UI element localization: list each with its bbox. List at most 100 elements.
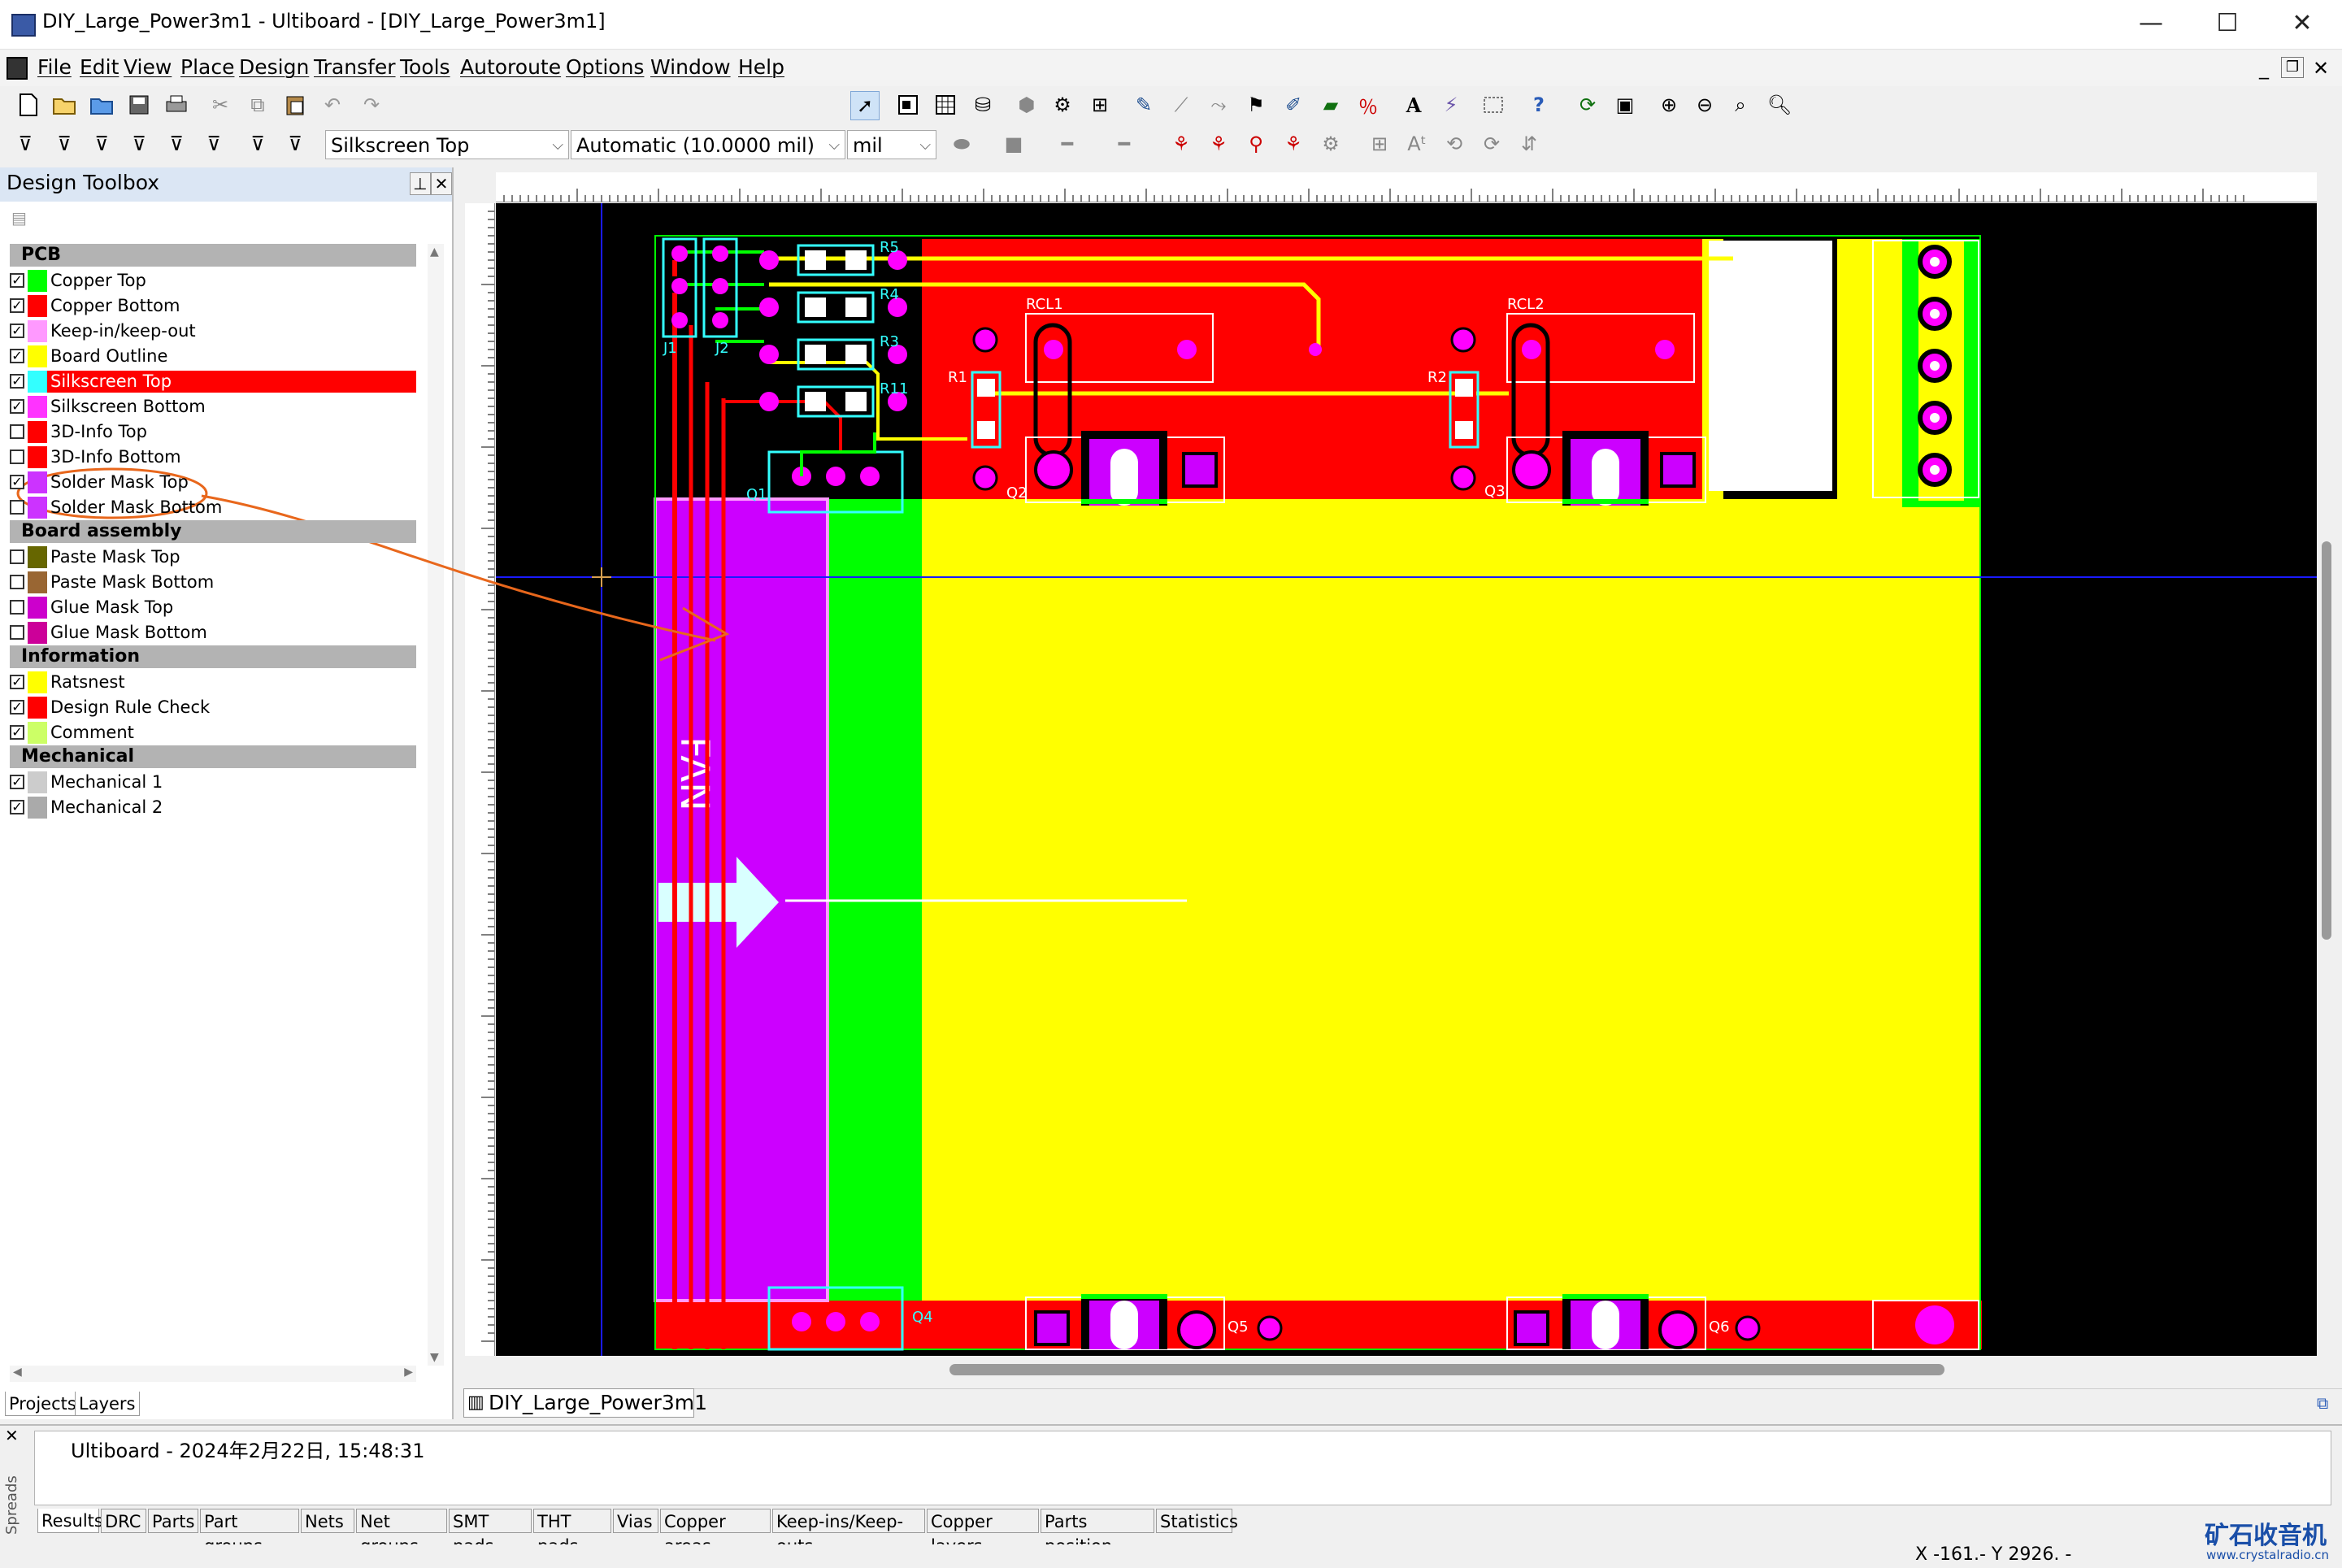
zoom-out-icon[interactable]: ⊖	[1691, 91, 1718, 119]
layer-row[interactable]: ✓ Design Rule Check	[10, 695, 416, 720]
layer-row[interactable]: ✓ Solder Mask Top	[10, 470, 416, 495]
undo-icon[interactable]: ↶	[319, 91, 346, 119]
layer-visibility-checkbox[interactable]: ✓	[10, 675, 24, 689]
layer-visibility-checkbox[interactable]: ✓	[10, 324, 24, 338]
copy-icon[interactable]: ⧉	[244, 91, 272, 119]
layer-select[interactable]: Silkscreen Top ⌵	[325, 130, 569, 159]
layer-visibility-checkbox[interactable]	[10, 450, 24, 464]
layer-color-swatch[interactable]	[28, 396, 47, 418]
layer-row[interactable]: ✓ Copper Bottom	[10, 293, 416, 319]
document-tab[interactable]: ▥ DIY_Large_Power3m1	[463, 1388, 707, 1418]
zoom-in-icon[interactable]: ⊕	[1655, 91, 1683, 119]
layer-row[interactable]: ✓ Keep-in/keep-out	[10, 319, 416, 344]
menu-view[interactable]: View	[124, 55, 172, 79]
component-wizard-icon[interactable]: ⚙	[1049, 91, 1076, 119]
output-tab[interactable]: Keep-ins/Keep-outs	[772, 1509, 925, 1556]
pin-icon[interactable]: ⊥	[410, 172, 431, 195]
rotate-icon[interactable]: ⟲	[1440, 130, 1468, 158]
layer-visibility-checkbox[interactable]	[10, 424, 24, 439]
layer-options-icon[interactable]: ▤	[11, 208, 31, 229]
spreadsheet-view-icon[interactable]	[932, 91, 959, 119]
pcb-canvas[interactable]: FAN R5 R4 R3 R11 J1 J2 RCL1 RCL2 R1 R2 Q…	[496, 203, 2317, 1356]
database-manager-icon[interactable]: ⛁	[969, 91, 997, 119]
open-project-icon[interactable]	[88, 91, 115, 119]
zoom-area-icon[interactable]: ⌕	[1727, 91, 1754, 119]
layer-color-swatch[interactable]	[28, 597, 47, 619]
layer-color-swatch[interactable]	[28, 497, 47, 519]
pcb-drawing[interactable]: FAN R5 R4 R3 R11 J1 J2 RCL1 RCL2 R1 R2 Q…	[496, 203, 2317, 1356]
filter-text-icon[interactable]: ⊽	[88, 130, 115, 158]
layer-color-swatch[interactable]	[28, 421, 47, 443]
layer-color-swatch[interactable]	[28, 446, 47, 468]
refresh-icon[interactable]: ⟳	[1574, 91, 1601, 119]
trace-icon[interactable]: ✎	[1130, 91, 1158, 119]
layer-visibility-checkbox[interactable]: ✓	[10, 475, 24, 489]
layer-visibility-checkbox[interactable]: ✓	[10, 700, 24, 715]
swap-icon[interactable]: ⚘	[1205, 130, 1232, 158]
layer-visibility-checkbox[interactable]	[10, 549, 24, 564]
layer-row[interactable]: ✓ Comment	[10, 720, 416, 745]
filter-select-icon[interactable]: ⊽	[11, 130, 39, 158]
text-icon[interactable]: A	[1400, 91, 1427, 119]
scroll-down-icon[interactable]: ▼	[430, 1351, 439, 1364]
layer-color-swatch[interactable]	[28, 722, 47, 744]
canvas-hscroll-thumb[interactable]	[949, 1364, 1944, 1375]
layer-color-swatch[interactable]	[28, 371, 47, 393]
maximize-button[interactable]: ☐	[2190, 0, 2265, 49]
mdi-close-button[interactable]: ✕	[2309, 57, 2333, 80]
minimize-button[interactable]: —	[2114, 0, 2188, 49]
canvas-vscrollbar[interactable]	[2317, 172, 2336, 1356]
layer-color-swatch[interactable]	[28, 797, 47, 819]
output-tab[interactable]: Parts	[148, 1509, 198, 1533]
filter-parts-icon[interactable]: ⊽	[50, 130, 78, 158]
ratsnest-icon[interactable]: ⚘	[1167, 130, 1195, 158]
align-icon[interactable]: ⊞	[1366, 130, 1393, 158]
layer-color-swatch[interactable]	[28, 546, 47, 568]
new-file-icon[interactable]	[15, 91, 42, 119]
filter-labels-icon[interactable]: ⊽	[244, 130, 272, 158]
print-icon[interactable]	[163, 91, 190, 119]
layer-row[interactable]: ✓ Silkscreen Top	[10, 369, 416, 394]
layer-row[interactable]: Paste Mask Bottom	[10, 570, 416, 595]
help-icon[interactable]: ?	[1525, 91, 1553, 119]
layer-visibility-checkbox[interactable]	[10, 575, 24, 589]
layer-list-hscrollbar[interactable]: ◀ ▶	[10, 1366, 416, 1382]
copper-area-icon[interactable]: ▰	[1317, 91, 1345, 119]
paste-icon[interactable]	[281, 91, 309, 119]
layer-color-swatch[interactable]	[28, 295, 47, 317]
layer-color-swatch[interactable]	[28, 345, 47, 367]
show-board-icon[interactable]: ▣	[1611, 91, 1639, 119]
layer-visibility-checkbox[interactable]: ✓	[10, 273, 24, 288]
autoroute-icon[interactable]: ⚑	[1242, 91, 1270, 119]
scroll-up-icon[interactable]: ▲	[430, 245, 439, 258]
layer-row[interactable]: ✓ Mechanical 1	[10, 770, 416, 795]
layer-row[interactable]: ✓ Mechanical 2	[10, 795, 416, 820]
close-button[interactable]: ✕	[2265, 0, 2340, 49]
fill-color-icon[interactable]: ⬬	[948, 130, 975, 158]
filter-pins-icon[interactable]: ⊽	[163, 130, 190, 158]
layer-color-swatch[interactable]	[28, 571, 47, 593]
drc-icon[interactable]: ％	[1354, 91, 1382, 119]
select-rect-icon[interactable]	[1480, 91, 1507, 119]
layer-visibility-checkbox[interactable]: ✓	[10, 298, 24, 313]
filter-all-icon[interactable]: ⊽	[281, 130, 309, 158]
output-tab[interactable]: THT pads	[533, 1509, 611, 1556]
output-tab[interactable]: Nets	[301, 1509, 354, 1533]
layer-visibility-checkbox[interactable]: ✓	[10, 374, 24, 389]
output-tab[interactable]: Statistics	[1156, 1509, 1238, 1533]
layer-color-swatch[interactable]	[28, 320, 47, 342]
output-tab[interactable]: Copper areas	[660, 1509, 771, 1556]
layer-row[interactable]: Paste Mask Top	[10, 545, 416, 570]
menu-file[interactable]: File	[37, 55, 72, 79]
tab-projects[interactable]: Projects	[5, 1392, 80, 1416]
layer-list-scrollbar[interactable]: ▲ ▼	[428, 244, 444, 1366]
cut-icon[interactable]: ✂	[206, 91, 234, 119]
layer-row[interactable]: ✓ Silkscreen Bottom	[10, 394, 416, 419]
grid-select[interactable]: Automatic (10.0000 mil) ⌵	[571, 130, 845, 159]
layer-row[interactable]: 3D-Info Bottom	[10, 445, 416, 470]
layer-visibility-checkbox[interactable]: ✓	[10, 399, 24, 414]
output-tab[interactable]: Copper layers	[927, 1509, 1039, 1556]
redo-icon[interactable]: ↷	[358, 91, 385, 119]
line-width-icon[interactable]: ━	[1054, 130, 1081, 158]
layer-color-swatch[interactable]	[28, 622, 47, 644]
